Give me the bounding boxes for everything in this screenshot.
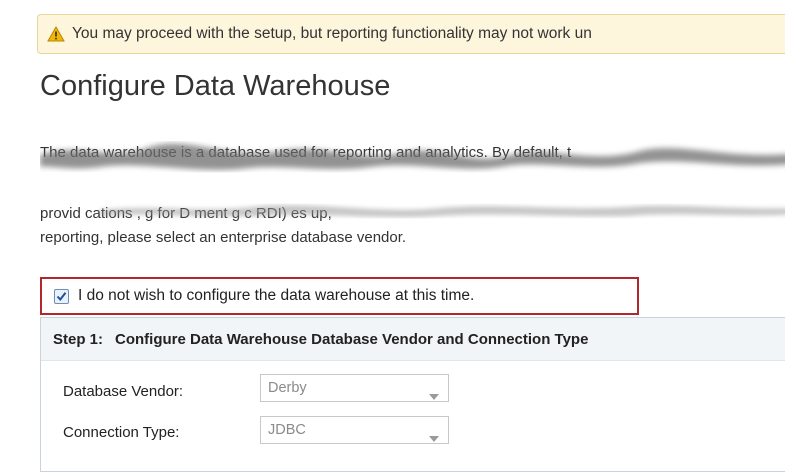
checkmark-icon: [56, 291, 67, 301]
skip-config-label[interactable]: I do not wish to configure the data ware…: [78, 287, 474, 305]
skip-config-highlight: I do not wish to configure the data ware…: [40, 277, 639, 315]
warning-triangle-icon: [47, 26, 65, 42]
step1-panel: Step 1: Configure Data Warehouse Databas…: [40, 317, 785, 472]
chevron-down-icon: [429, 429, 439, 447]
description-line-3: reporting, please select an enterprise d…: [40, 229, 407, 246]
connection-label: Connection Type:: [63, 423, 180, 441]
step1-title: Configure Data Warehouse Database Vendor…: [115, 330, 589, 348]
description-line-2: provid cations , g for D ment g c RDI) e…: [40, 205, 332, 222]
connection-value: JDBC: [268, 422, 306, 438]
page-title: Configure Data Warehouse: [40, 70, 391, 102]
vendor-label: Database Vendor:: [63, 382, 184, 400]
warning-banner: You may proceed with the setup, but repo…: [37, 14, 785, 54]
step1-header: Step 1: Configure Data Warehouse Databas…: [41, 318, 785, 361]
step1-number: Step 1:: [53, 330, 104, 348]
connection-select[interactable]: JDBC: [260, 416, 449, 444]
description-line-1: The data warehouse is a database used fo…: [40, 144, 572, 161]
chevron-down-icon: [429, 387, 439, 405]
skip-config-checkbox[interactable]: [54, 288, 69, 304]
vendor-value: Derby: [268, 380, 307, 396]
vendor-select[interactable]: Derby: [260, 374, 449, 402]
warning-text: You may proceed with the setup, but repo…: [72, 25, 592, 42]
